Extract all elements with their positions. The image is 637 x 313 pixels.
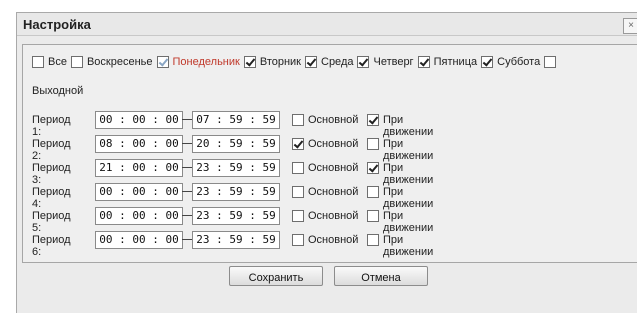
day-option[interactable]: Вторник	[243, 55, 304, 69]
main-record-checkbox[interactable]	[292, 114, 304, 126]
period-end-time[interactable]: 23 : 59 : 59	[192, 207, 280, 225]
period-label: Период 6:	[32, 234, 71, 258]
day-option[interactable]: Понедельник	[156, 55, 243, 69]
motion-record-checkbox[interactable]	[367, 186, 379, 198]
motion-record-checkbox[interactable]	[367, 114, 379, 126]
motion-record-checkbox[interactable]	[367, 210, 379, 222]
dialog-title: Настройка	[23, 17, 91, 32]
period-end-time[interactable]: 20 : 59 : 59	[192, 135, 280, 153]
motion-record-label: При движении	[383, 114, 434, 138]
day-checkbox[interactable]	[243, 56, 256, 68]
day-checkbox[interactable]	[156, 56, 169, 68]
range-dash	[182, 215, 192, 216]
main-record-checkbox[interactable]	[292, 138, 304, 150]
period-label: Период 3:	[32, 162, 71, 186]
day-label: Пятница	[433, 56, 478, 68]
period-start-time[interactable]: 00 : 00 : 00	[95, 183, 183, 201]
period-label: Период 5:	[32, 210, 71, 234]
range-dash	[182, 191, 192, 192]
motion-record-label: При движении	[383, 162, 434, 186]
main-record-checkbox[interactable]	[292, 234, 304, 246]
period-end-time[interactable]: 23 : 59 : 59	[192, 231, 280, 249]
range-dash	[182, 119, 192, 120]
period-start-time[interactable]: 00 : 00 : 00	[95, 111, 183, 129]
period-start-time[interactable]: 21 : 00 : 00	[95, 159, 183, 177]
close-icon[interactable]: ×	[623, 18, 637, 34]
range-dash	[182, 143, 192, 144]
day-checkbox[interactable]	[32, 56, 44, 68]
day-checkbox[interactable]	[70, 56, 83, 68]
period-label: Период 1:	[32, 114, 71, 138]
holiday-checkbox[interactable]	[544, 56, 557, 68]
main-record-label: Основной	[308, 138, 359, 150]
day-option[interactable]: Четверг	[357, 55, 416, 69]
main-record-label: Основной	[308, 186, 359, 198]
range-dash	[182, 167, 192, 168]
day-label: Все	[48, 56, 67, 68]
day-checkbox[interactable]	[357, 56, 370, 68]
day-label: Среда	[321, 56, 354, 68]
motion-record-checkbox[interactable]	[367, 234, 379, 246]
period-start-time[interactable]: 00 : 00 : 00	[95, 207, 183, 225]
period-end-time[interactable]: 07 : 59 : 59	[192, 111, 280, 129]
motion-record-checkbox[interactable]	[367, 162, 379, 174]
period-end-time[interactable]: 23 : 59 : 59	[192, 159, 280, 177]
period-label: Период 4:	[32, 186, 71, 210]
day-checkbox[interactable]	[417, 56, 430, 68]
day-option[interactable]: Пятница	[417, 55, 481, 69]
day-checkbox[interactable]	[481, 56, 494, 68]
day-label: Четверг	[373, 56, 414, 68]
day-label: Вторник	[259, 56, 301, 68]
weekday-selector: Все Воскресенье Понедельник Вторник Среда Чет…	[32, 55, 632, 69]
motion-record-label: При движении	[383, 210, 434, 234]
day-holiday[interactable]: Выходной	[32, 85, 83, 97]
day-checkbox[interactable]	[305, 56, 317, 68]
schedule-panel: Все Воскресенье Понедельник Вторник Среда Чет…	[22, 44, 637, 263]
main-record-label: Основной	[308, 114, 359, 126]
day-option[interactable]: Воскресенье	[70, 55, 156, 69]
main-record-label: Основной	[308, 234, 359, 246]
range-dash	[182, 239, 192, 240]
motion-record-checkbox[interactable]	[367, 138, 379, 150]
day-label: Воскресенье	[86, 56, 153, 68]
motion-record-label: При движении	[383, 138, 434, 162]
day-option[interactable]: Все	[32, 55, 70, 69]
main-record-checkbox[interactable]	[292, 186, 304, 198]
day-holiday-label: Выходной	[32, 85, 84, 97]
period-end-time[interactable]: 23 : 59 : 59	[192, 183, 280, 201]
period-start-time[interactable]: 00 : 00 : 00	[95, 231, 183, 249]
day-label: Суббота	[497, 56, 541, 68]
save-button[interactable]: Сохранить	[229, 266, 323, 286]
period-start-time[interactable]: 08 : 00 : 00	[95, 135, 183, 153]
dialog-titlebar: Настройка ×	[17, 13, 637, 36]
period-label: Период 2:	[32, 138, 71, 162]
main-record-checkbox[interactable]	[292, 162, 304, 174]
main-record-checkbox[interactable]	[292, 210, 304, 222]
cancel-button[interactable]: Отмена	[334, 266, 428, 286]
main-record-label: Основной	[308, 210, 359, 222]
motion-record-label: При движении	[383, 186, 434, 210]
settings-dialog: Настройка × Все Воскресенье Понедельник Вто…	[16, 12, 637, 313]
motion-record-label: При движении	[383, 234, 434, 258]
day-option[interactable]: Суббота	[481, 55, 543, 69]
day-option[interactable]: Среда	[305, 55, 356, 69]
main-record-label: Основной	[308, 162, 359, 174]
day-label: Понедельник	[172, 56, 240, 68]
